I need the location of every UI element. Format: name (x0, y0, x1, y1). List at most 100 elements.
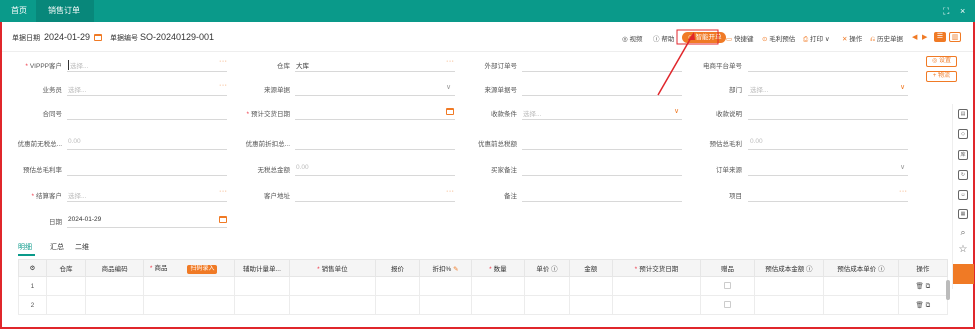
cell-unit-price[interactable] (524, 276, 570, 296)
next-arrow-icon[interactable]: ▶ (922, 33, 927, 41)
cell-discount[interactable] (419, 295, 472, 315)
salesperson-more-icon[interactable]: ··· (219, 82, 228, 89)
warehouse-input[interactable]: 大库 (296, 60, 309, 70)
payment-desc-input[interactable] (748, 119, 908, 120)
cell-aux-unit[interactable] (233, 276, 291, 296)
vertical-scrollbar[interactable] (946, 280, 950, 300)
address-more-icon[interactable]: ··· (446, 188, 455, 195)
cell-product-code[interactable] (85, 295, 144, 315)
source-doc-no-input[interactable] (522, 95, 682, 96)
project-input[interactable] (748, 201, 908, 202)
external-order-no-input[interactable] (522, 71, 682, 72)
document-icon[interactable]: ▤ (958, 109, 968, 119)
cell-product-code[interactable] (85, 276, 144, 296)
chevron-down-icon[interactable]: ∨ (900, 83, 905, 91)
list-view-icon[interactable]: ☰ (934, 32, 946, 42)
report-icon[interactable]: ▦ (958, 209, 968, 219)
copy-icon[interactable]: ⧉ (926, 283, 931, 290)
cell-amount[interactable] (568, 295, 613, 315)
gross-profit-button[interactable]: ⊙ 毛利预估 (762, 33, 795, 43)
history-button[interactable]: ⎌ 历史单据 (870, 33, 903, 44)
gift-checkbox[interactable] (723, 281, 731, 289)
delete-icon[interactable]: 🗑 (916, 302, 924, 309)
warehouse-icon[interactable]: 库 (958, 150, 968, 160)
chevron-down-icon[interactable]: ∨ (446, 83, 451, 91)
gift-checkbox[interactable] (723, 300, 731, 308)
doc-date-value[interactable]: 2024-01-29 (44, 32, 90, 42)
cell-expected-delivery[interactable] (611, 276, 702, 296)
payment-terms-input[interactable]: 选择... (523, 108, 541, 118)
tab-summary[interactable]: 汇总 (50, 242, 64, 252)
customer-address-input[interactable] (295, 201, 455, 202)
operation-button[interactable]: ✕ 操作 (842, 33, 862, 43)
cell-warehouse[interactable] (45, 276, 87, 296)
cell-actions: 🗑 ⧉ (897, 295, 949, 315)
cell-quote[interactable] (374, 295, 421, 315)
order-source-input[interactable] (748, 175, 908, 176)
shield-icon[interactable]: ◇ (958, 129, 968, 139)
video-button[interactable]: ◎ 视频 (622, 33, 642, 43)
scan-input-badge[interactable]: 扫码录入 (187, 265, 218, 274)
column-settings-icon[interactable]: ⚙ (18, 259, 47, 277)
cell-product[interactable] (142, 295, 235, 315)
cell-sales-unit[interactable] (289, 276, 376, 296)
ecommerce-order-no-input[interactable] (748, 71, 908, 72)
help-button[interactable]: ⓘ 帮助 (653, 33, 674, 43)
table-row[interactable]: 2 🗑 ⧉ (18, 295, 949, 315)
buyer-notes-input[interactable] (522, 175, 682, 176)
help-icon[interactable]: ⓘ (551, 266, 558, 273)
settlement-more-icon[interactable]: ··· (219, 188, 228, 195)
copy-icon[interactable]: ⧉ (926, 302, 931, 309)
calendar-icon[interactable] (446, 108, 454, 115)
cell-expected-delivery[interactable] (611, 295, 702, 315)
help-icon[interactable]: ⓘ (806, 266, 813, 273)
tab-sales-order[interactable]: 销售订单 × (36, 0, 94, 37)
expand-icon[interactable]: ⛶ (943, 0, 949, 22)
vip-customer-more-icon[interactable]: ··· (219, 58, 228, 65)
prev-arrow-icon[interactable]: ◀ (912, 33, 917, 41)
cell-sales-unit[interactable] (289, 295, 376, 315)
warehouse-more-icon[interactable]: ··· (446, 58, 455, 65)
panel-view-icon[interactable]: ▥ (949, 32, 961, 42)
cell-amount[interactable] (568, 276, 613, 296)
department-input[interactable]: 选择... (750, 84, 768, 94)
tab-home[interactable]: 首页 (2, 0, 36, 22)
active-panel-icon[interactable] (953, 264, 974, 284)
star-icon[interactable]: ☆ (958, 245, 968, 256)
print-button[interactable]: ⎙ 打印 ∨ (803, 33, 830, 44)
refresh-icon[interactable]: ↻ (958, 170, 968, 180)
source-doc-input[interactable] (295, 95, 455, 96)
shortcuts-button[interactable]: ▭ 快捷键 (726, 33, 753, 43)
salesperson-input[interactable]: 选择... (68, 84, 86, 94)
calendar-icon[interactable] (94, 34, 102, 41)
doc-no-value[interactable]: SO-20240129-001 (140, 32, 214, 42)
table-row[interactable]: 1 🗑 ⧉ (18, 276, 949, 296)
date-input[interactable]: 2024-01-29 (68, 216, 101, 223)
settlement-customer-input[interactable]: 选择... (68, 190, 86, 200)
expected-delivery-input[interactable] (295, 119, 455, 120)
project-more-icon[interactable]: ··· (899, 188, 908, 195)
contract-no-input[interactable] (67, 119, 227, 120)
cell-aux-unit[interactable] (233, 295, 291, 315)
delete-icon[interactable]: 🗑 (916, 283, 924, 290)
cell-product[interactable] (142, 276, 235, 296)
chevron-down-icon[interactable]: ∨ (900, 163, 905, 171)
cell-discount[interactable] (419, 276, 472, 296)
cell-quantity[interactable] (470, 276, 526, 296)
tab-detail[interactable]: 明细 (18, 242, 32, 252)
help-icon[interactable]: ⓘ (878, 266, 885, 273)
attachment-icon[interactable]: ⌕ (958, 228, 968, 238)
cell-warehouse[interactable] (45, 295, 87, 315)
chevron-down-icon[interactable]: ∨ (674, 107, 679, 115)
cell-quote[interactable] (374, 276, 421, 296)
edit-icon[interactable]: ✎ (453, 266, 458, 273)
cell-unit-price[interactable] (524, 295, 570, 315)
customer-service-icon[interactable]: ☺ (958, 190, 968, 200)
remarks-input[interactable] (522, 201, 682, 202)
vip-customer-input[interactable]: 选择... (68, 60, 88, 70)
tab-matrix[interactable]: 二维 (75, 242, 89, 252)
cell-quantity[interactable] (470, 295, 526, 315)
smart-order-button[interactable]: ☺ 智能开单 (682, 32, 727, 43)
window-close-icon[interactable]: × (960, 0, 965, 22)
calendar-icon[interactable] (219, 216, 227, 223)
